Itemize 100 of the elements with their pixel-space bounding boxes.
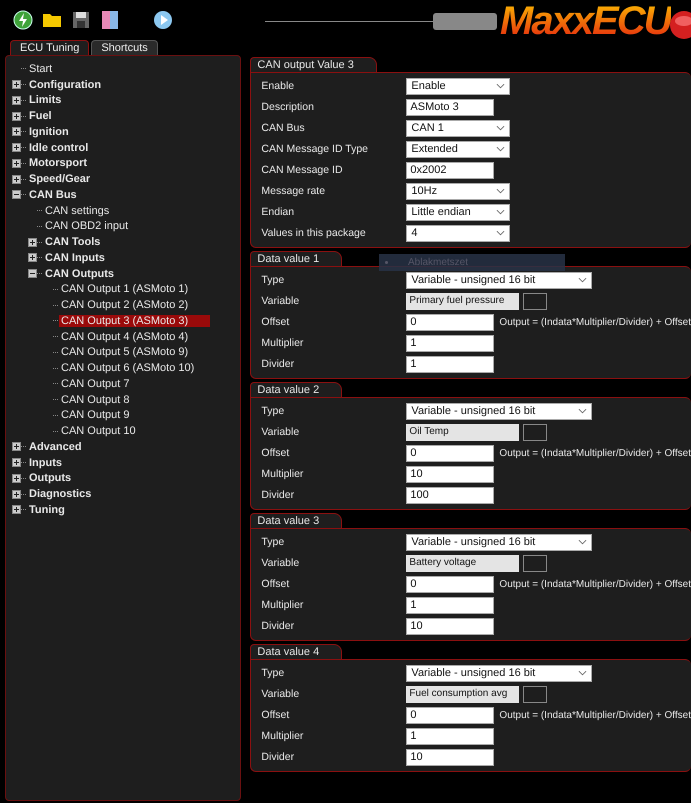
expander-icon[interactable] (28, 269, 37, 278)
expander-icon[interactable] (12, 505, 21, 514)
variable-field[interactable]: Oil Temp (406, 424, 520, 440)
input-field[interactable]: 1 (406, 334, 494, 352)
group-title: Data value 3 (250, 513, 342, 528)
field-label: Variable (261, 295, 300, 307)
input-field[interactable]: 10 (406, 466, 494, 482)
tab[interactable]: ECU Tuning (10, 40, 90, 55)
slider-thumb[interactable] (433, 13, 497, 30)
tree-item[interactable]: CAN Output 4 (ASMoto 4) (59, 330, 190, 343)
expander-icon[interactable] (12, 80, 21, 90)
expander-icon[interactable] (28, 238, 37, 247)
expander-icon[interactable] (12, 458, 21, 468)
chevron-down-icon (496, 125, 506, 131)
field-label: CAN Bus (261, 122, 306, 134)
tree-item[interactable]: CAN Output 10 (59, 425, 138, 438)
tree-item[interactable]: Inputs (27, 456, 64, 469)
formula-text: Output = (Indata*Multiplier/Divider) + Offset (499, 578, 691, 590)
tree-item[interactable]: Start (27, 62, 54, 75)
expander-icon[interactable] (12, 442, 21, 452)
field-label: Description (261, 101, 315, 113)
formula-text: Output = (Indata*Multiplier/Divider) + Offset (499, 316, 691, 328)
input-field[interactable]: 1 (406, 596, 494, 614)
dropdown[interactable]: Variable - unsigned 16 bit (406, 534, 592, 550)
expander-icon[interactable] (12, 127, 21, 136)
tree-item[interactable]: Advanced (27, 440, 84, 453)
field-label: Offset (261, 447, 290, 459)
help-button-icon[interactable] (669, 10, 691, 40)
dropdown[interactable]: Little endian (406, 204, 510, 220)
variable-field[interactable]: Battery voltage (406, 554, 520, 572)
tree-item[interactable]: CAN Output 2 (ASMoto 2) (59, 299, 190, 312)
input-field[interactable]: 0 (406, 444, 494, 462)
tab[interactable]: Shortcuts (91, 40, 158, 55)
chevron-down-icon (578, 277, 588, 283)
tree-item[interactable]: Configuration (27, 78, 104, 91)
tree-item[interactable]: Limits (27, 94, 64, 106)
expander-icon[interactable] (12, 158, 21, 168)
power-icon[interactable] (13, 10, 33, 30)
input-field[interactable]: 0 (406, 576, 494, 592)
dropdown[interactable]: Extended (406, 140, 510, 158)
input-field[interactable]: 0 (406, 314, 494, 330)
expander-icon[interactable] (12, 190, 21, 200)
picker-button[interactable] (523, 292, 548, 310)
tree-item[interactable]: Outputs (27, 472, 74, 484)
input-field[interactable]: 10 (406, 618, 494, 634)
expander-icon[interactable] (12, 96, 21, 105)
expander-icon[interactable] (12, 112, 21, 121)
tree-item[interactable]: Fuel (27, 110, 54, 122)
field-label: Enable (261, 80, 296, 92)
picker-button[interactable] (523, 686, 548, 702)
tree-item[interactable]: CAN Output 3 (ASMoto 3) (59, 314, 210, 327)
tree-item[interactable]: CAN Output 8 (59, 394, 132, 406)
tree-item[interactable]: CAN Tools (43, 236, 102, 248)
tree-item[interactable]: CAN Output 7 (59, 378, 132, 390)
expander-icon[interactable] (12, 174, 21, 184)
variable-field[interactable]: Primary fuel pressure (406, 292, 520, 310)
dropdown[interactable]: CAN 1 (406, 120, 510, 136)
tree-item[interactable]: Idle control (27, 142, 90, 154)
tree-item[interactable]: CAN Output 1 (ASMoto 1) (59, 283, 190, 296)
tree-item[interactable]: CAN Inputs (43, 252, 107, 264)
tree-item[interactable]: Tuning (27, 504, 67, 516)
slider[interactable] (265, 13, 497, 30)
save-icon[interactable] (71, 10, 91, 30)
expander-icon[interactable] (28, 253, 37, 262)
picker-button[interactable] (523, 554, 548, 572)
tree-item[interactable]: Speed/Gear (27, 173, 92, 186)
dropdown[interactable]: 4 (406, 224, 510, 242)
group-title: Data value 4 (250, 644, 342, 659)
dropdown[interactable]: Enable (406, 78, 510, 94)
variable-field[interactable]: Fuel consumption avg (406, 686, 520, 702)
tree-item[interactable]: CAN Output 9 (59, 409, 132, 422)
tree-item[interactable]: CAN Bus (27, 188, 79, 201)
input-field[interactable]: 100 (406, 486, 494, 504)
field-label: Multiplier (261, 468, 304, 480)
input-field[interactable]: ASMoto 3 (406, 98, 494, 116)
expander-icon[interactable] (12, 143, 21, 152)
picker-button[interactable] (523, 424, 548, 440)
expander-icon[interactable] (12, 490, 21, 499)
play-icon[interactable] (153, 10, 173, 30)
tree-item[interactable]: Diagnostics (27, 488, 94, 500)
tree-item[interactable]: Ignition (27, 126, 71, 138)
tree-item[interactable]: CAN Output 6 (ASMoto 10) (59, 362, 196, 374)
dropdown[interactable]: Variable - unsigned 16 bit (406, 272, 592, 288)
input-field[interactable]: 1 (406, 728, 494, 744)
expander-icon[interactable] (12, 474, 21, 483)
input-field[interactable]: 0 (406, 706, 494, 724)
tree-item[interactable]: Motorsport (27, 157, 90, 170)
tree-item[interactable]: CAN Outputs (43, 268, 116, 280)
input-field[interactable]: 0x2002 (406, 162, 494, 178)
dropdown[interactable]: Variable - unsigned 16 bit (406, 402, 592, 420)
tree-item[interactable]: CAN settings (43, 204, 112, 217)
tree-item[interactable]: CAN OBD2 input (43, 220, 130, 232)
chevron-down-icon (496, 209, 506, 215)
chevron-down-icon (496, 146, 506, 152)
input-field[interactable]: 10 (406, 748, 494, 766)
input-field[interactable]: 1 (406, 356, 494, 372)
tree-item[interactable]: CAN Output 5 (ASMoto 9) (59, 346, 190, 358)
compare-icon[interactable] (100, 10, 120, 30)
dropdown[interactable]: 10Hz (406, 182, 510, 200)
dropdown[interactable]: Variable - unsigned 16 bit (406, 664, 592, 682)
